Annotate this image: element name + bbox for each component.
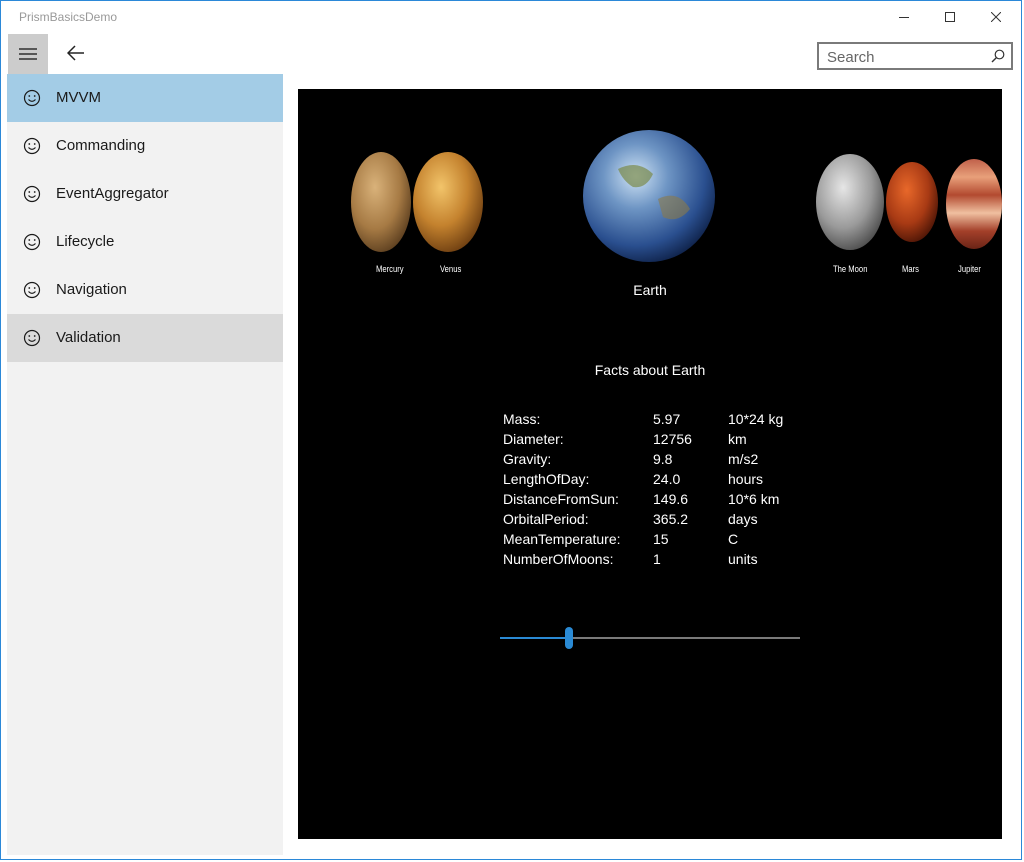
fact-row-orbitalperiod: OrbitalPeriod: 365.2 days [503, 511, 823, 531]
fact-name: Mass: [503, 411, 541, 427]
sidebar-item-label: MVVM [56, 89, 101, 106]
jupiter-planet[interactable] [946, 159, 1002, 249]
facts-title: Facts about Earth [594, 362, 706, 378]
fact-unit: 10*24 kg [728, 411, 784, 427]
app-toolbar [7, 33, 1021, 75]
title-bar[interactable]: PrismBasicsDemo [1, 1, 1021, 33]
sidebar-item-eventaggregator[interactable]: EventAggregator [7, 170, 283, 218]
fact-name: NumberOfMoons: [503, 551, 614, 567]
back-button[interactable] [63, 41, 91, 67]
fact-row-lengthofday: LengthOfDay: 24.0 hours [503, 471, 823, 491]
fact-name: Diameter: [503, 431, 564, 447]
sidebar-item-commanding[interactable]: Commanding [7, 122, 283, 170]
sidebar-item-label: Navigation [56, 281, 127, 298]
fact-value: 9.8 [653, 451, 673, 467]
fact-unit: C [728, 531, 739, 547]
planet-canvas: Mercury Venus The Moon Mars Jupiter Eart… [298, 89, 1002, 839]
fact-row-mass: Mass: 5.97 10*24 kg [503, 411, 823, 431]
maximize-icon [945, 12, 955, 22]
facts-table: Mass: 5.97 10*24 kg Diameter: 12756 km G… [503, 411, 823, 571]
minimize-button[interactable] [881, 1, 927, 33]
venus-planet[interactable] [413, 152, 483, 252]
hamburger-icon [19, 48, 37, 60]
maximize-button[interactable] [927, 1, 973, 33]
search-icon[interactable] [991, 49, 1005, 63]
search-input[interactable] [827, 48, 977, 66]
sidebar-item-navigation[interactable]: Navigation [7, 266, 283, 314]
minimize-icon [899, 17, 909, 18]
sidebar-item-mvvm[interactable]: MVVM [7, 74, 283, 122]
fact-name: LengthOfDay: [503, 471, 590, 487]
fact-value: 24.0 [653, 471, 681, 487]
smiley-icon [23, 329, 41, 347]
sidebar-item-validation[interactable]: Validation [7, 314, 283, 362]
slider-fill [500, 637, 569, 639]
fact-name: DistanceFromSun: [503, 491, 619, 507]
search-box[interactable] [817, 42, 1013, 70]
sidebar-item-lifecycle[interactable]: Lifecycle [7, 218, 283, 266]
app-window: PrismBasicsDemo Search MVVM Commanding E… [0, 0, 1022, 860]
smiley-icon [23, 185, 41, 203]
smiley-icon [23, 233, 41, 251]
selected-planet-name: Earth [633, 282, 667, 298]
jupiter-caption: Jupiter [958, 264, 981, 274]
moon-planet[interactable] [816, 154, 884, 250]
back-arrow-icon [67, 45, 84, 61]
fact-value: 1 [653, 551, 661, 567]
fact-value: 365.2 [653, 511, 689, 527]
sidebar-item-label: EventAggregator [56, 185, 169, 202]
mars-planet[interactable] [886, 162, 938, 242]
fact-unit: 10*6 km [728, 491, 780, 507]
sidebar-item-label: Validation [56, 329, 121, 346]
smiley-icon [23, 137, 41, 155]
fact-unit: m/s2 [728, 451, 759, 467]
mercury-planet[interactable] [351, 152, 411, 252]
fact-value: 5.97 [653, 411, 681, 427]
fact-row-distancefromsun: DistanceFromSun: 149.6 10*6 km [503, 491, 823, 511]
smiley-icon [23, 281, 41, 299]
fact-row-diameter: Diameter: 12756 km [503, 431, 823, 451]
fact-unit: units [728, 551, 758, 567]
venus-caption: Venus [440, 264, 462, 274]
close-icon [991, 12, 1001, 22]
close-button[interactable] [973, 1, 1019, 33]
nav-sidebar: MVVM Commanding EventAggregator Lifecycl… [7, 74, 283, 855]
planet-slider[interactable] [500, 624, 800, 652]
app-title: PrismBasicsDemo [19, 10, 118, 24]
main-content: Mercury Venus The Moon Mars Jupiter Eart… [283, 74, 1021, 855]
fact-unit: km [728, 431, 747, 447]
fact-row-gravity: Gravity: 9.8 m/s2 [503, 451, 823, 471]
smiley-icon [23, 89, 41, 107]
mars-caption: Mars [902, 264, 919, 274]
fact-name: MeanTemperature: [503, 531, 621, 547]
moon-caption: The Moon [833, 264, 868, 274]
fact-unit: hours [728, 471, 764, 487]
fact-name: OrbitalPeriod: [503, 511, 589, 527]
fact-value: 15 [653, 531, 669, 547]
mercury-caption: Mercury [376, 264, 404, 274]
fact-value: 149.6 [653, 491, 689, 507]
sidebar-item-label: Commanding [56, 137, 146, 154]
hamburger-menu-button[interactable] [8, 34, 48, 74]
earth-planet[interactable] [583, 130, 715, 262]
fact-name: Gravity: [503, 451, 552, 467]
fact-row-numberofmoons: NumberOfMoons: 1 units [503, 551, 823, 571]
planet-strip [351, 130, 1002, 262]
fact-row-meantemperature: MeanTemperature: 15 C [503, 531, 823, 551]
fact-value: 12756 [653, 431, 692, 447]
slider-thumb[interactable] [565, 627, 573, 649]
sidebar-item-label: Lifecycle [56, 233, 115, 250]
fact-unit: days [728, 511, 758, 527]
